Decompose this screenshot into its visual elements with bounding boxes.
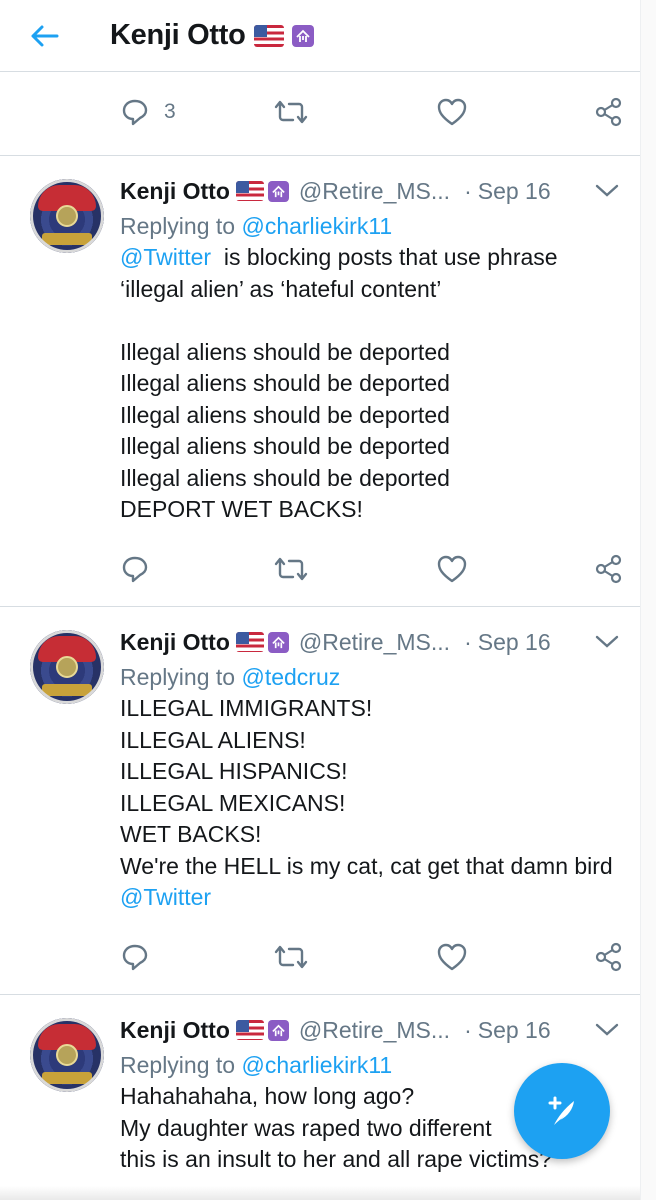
reply-button[interactable]: 3 (120, 90, 176, 134)
back-button[interactable] (24, 16, 64, 56)
reply-mention-link[interactable]: @charliekirk11 (241, 213, 392, 239)
tweet-text-lines: ILLEGAL IMMIGRANTS! ILLEGAL ALIENS! ILLE… (120, 695, 613, 879)
header-title-text: Kenji Otto (110, 19, 246, 51)
us-flag-icon (253, 24, 284, 47)
retweet-button[interactable] (274, 90, 308, 134)
replying-prefix: Replying to (120, 664, 242, 690)
reply-button[interactable] (120, 935, 150, 979)
display-name[interactable]: Kenji Otto (120, 1017, 230, 1044)
tweet-menu-button[interactable] (594, 634, 620, 650)
retweet-button[interactable] (274, 547, 308, 591)
reply-count: 3 (164, 100, 176, 123)
display-name[interactable]: Kenji Otto (120, 178, 230, 205)
tweet-date[interactable]: Sep 16 (478, 178, 551, 205)
elevator-icon (267, 180, 289, 202)
compose-tweet-icon (548, 1096, 574, 1125)
reply-icon (122, 99, 148, 126)
share-icon (595, 554, 622, 584)
chevron-down-icon (595, 184, 619, 197)
retweet-icon (274, 945, 308, 969)
reply-button[interactable] (120, 547, 150, 591)
tweet-text: @Twitter is blocking posts that use phra… (120, 242, 622, 526)
share-icon (595, 942, 622, 972)
like-button[interactable] (436, 935, 468, 979)
tweet-actions-top: 3 (0, 72, 640, 156)
display-name[interactable]: Kenji Otto (120, 629, 230, 656)
separator-dot: · (464, 177, 472, 204)
avatar[interactable] (30, 630, 104, 704)
tweet-menu-button[interactable] (594, 183, 620, 199)
retweet-button[interactable] (274, 935, 308, 979)
heart-icon (437, 98, 467, 126)
app-header: Kenji Otto (0, 0, 640, 72)
replying-to: Replying to @charliekirk11 (120, 211, 622, 242)
arrow-left-icon (31, 25, 59, 46)
tweet-header: Kenji Otto @Retire_MS... · Sep 16 (120, 626, 622, 658)
username[interactable]: @Retire_MS... (299, 629, 450, 656)
tweet[interactable]: Kenji Otto @Retire_MS... · Sep 16 Replyi… (0, 608, 640, 995)
username[interactable]: @Retire_MS... (299, 1017, 450, 1044)
like-button[interactable] (436, 547, 468, 591)
bottom-edge (0, 1186, 640, 1200)
compose-tweet-button[interactable] (514, 1063, 610, 1159)
share-button[interactable] (594, 90, 624, 134)
action-bar (0, 935, 640, 979)
elevator-icon (267, 1019, 289, 1041)
tweet-header: Kenji Otto @Retire_MS... · Sep 16 (120, 175, 622, 207)
chevron-down-icon (595, 1023, 619, 1036)
tweet-menu-button[interactable] (594, 1022, 620, 1038)
action-bar (0, 547, 640, 591)
share-icon (595, 97, 622, 127)
reply-mention-link[interactable]: @tedcruz (241, 664, 340, 690)
replying-prefix: Replying to (120, 1052, 242, 1078)
tweet-date[interactable]: Sep 16 (478, 1017, 551, 1044)
username[interactable]: @Retire_MS... (299, 178, 450, 205)
reply-icon (122, 944, 148, 971)
tweet-header: Kenji Otto @Retire_MS... · Sep 16 (120, 1014, 622, 1046)
us-flag-icon (235, 632, 264, 652)
share-button[interactable] (594, 547, 624, 591)
chevron-down-icon (595, 635, 619, 648)
reply-icon (122, 556, 148, 583)
tweet[interactable]: Kenji Otto @Retire_MS... · Sep 16 Replyi… (0, 157, 640, 607)
elevator-icon (291, 24, 314, 47)
mention-link[interactable]: @Twitter (120, 244, 211, 270)
mention-link[interactable]: @Twitter (120, 884, 211, 910)
heart-icon (437, 943, 467, 971)
action-bar: 3 (0, 90, 640, 134)
tweet-text-lines: Illegal aliens should be deported Illega… (120, 338, 450, 523)
tweet-text-lines: Hahahahaha, how long ago? My daughter wa… (120, 1083, 553, 1172)
tweet-content: Kenji Otto @Retire_MS... · Sep 16 Replyi… (120, 175, 622, 526)
scrollbar[interactable] (640, 0, 656, 1200)
heart-icon (437, 555, 467, 583)
avatar[interactable] (30, 179, 104, 253)
us-flag-icon (235, 1020, 264, 1040)
page-title: Kenji Otto (110, 19, 314, 52)
replying-prefix: Replying to (120, 213, 242, 239)
retweet-icon (274, 557, 308, 581)
tweet-text: ILLEGAL IMMIGRANTS! ILLEGAL ALIENS! ILLE… (120, 693, 622, 914)
elevator-icon (267, 631, 289, 653)
tweet-date[interactable]: Sep 16 (478, 629, 551, 656)
like-button[interactable] (436, 90, 468, 134)
us-flag-icon (235, 181, 264, 201)
separator-dot: · (464, 628, 472, 655)
retweet-icon (274, 100, 308, 124)
replying-to: Replying to @tedcruz (120, 662, 622, 693)
separator-dot: · (464, 1016, 472, 1043)
avatar[interactable] (30, 1018, 104, 1092)
tweet-content: Kenji Otto @Retire_MS... · Sep 16 Replyi… (120, 626, 622, 914)
reply-mention-link[interactable]: @charliekirk11 (241, 1052, 392, 1078)
share-button[interactable] (594, 935, 624, 979)
